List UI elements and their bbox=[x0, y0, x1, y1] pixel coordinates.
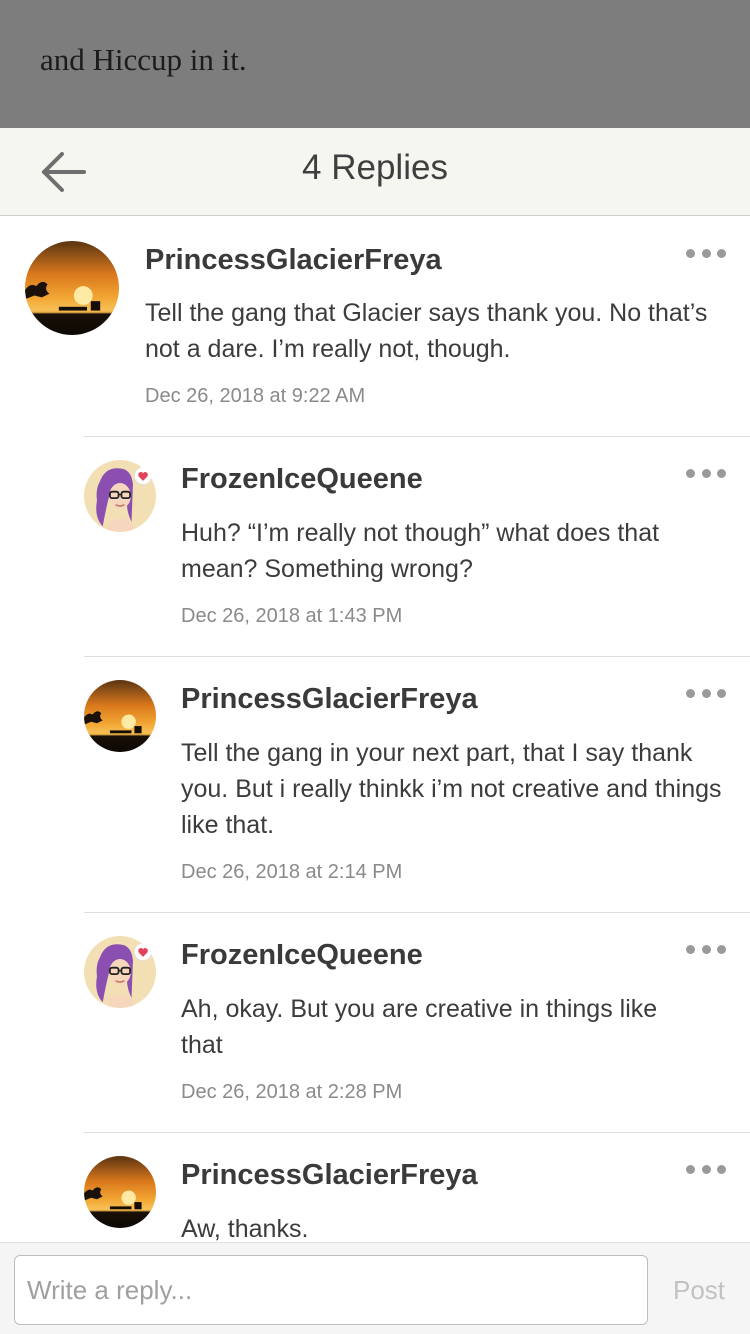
divider bbox=[84, 656, 750, 657]
sunset-avatar-icon bbox=[25, 241, 119, 335]
story-excerpt-overlay: and Hiccup in it. bbox=[0, 0, 750, 128]
story-excerpt-text: and Hiccup in it. bbox=[40, 42, 247, 77]
reply-input[interactable] bbox=[14, 1255, 648, 1325]
more-dot bbox=[701, 688, 711, 698]
sunset-avatar-icon bbox=[84, 680, 156, 752]
divider bbox=[84, 1132, 750, 1133]
more-options-button[interactable] bbox=[686, 1161, 726, 1177]
avatar[interactable] bbox=[84, 680, 156, 752]
reply-author[interactable]: FrozenIceQueene bbox=[181, 463, 423, 496]
more-dot bbox=[717, 944, 726, 954]
more-options-button[interactable] bbox=[686, 941, 726, 957]
more-dots-icon bbox=[686, 944, 695, 954]
avatar[interactable] bbox=[84, 1156, 156, 1228]
more-dot bbox=[717, 688, 726, 698]
more-dot bbox=[717, 1164, 726, 1174]
reply-author[interactable]: PrincessGlacierFreya bbox=[181, 1159, 478, 1192]
more-dots-icon bbox=[686, 248, 695, 258]
more-dots-icon bbox=[686, 1164, 695, 1174]
reply-text: Tell the gang in your next part, that I … bbox=[181, 739, 722, 839]
avatar[interactable] bbox=[84, 460, 156, 532]
reply-text: Huh? “I’m really not though” what does t… bbox=[181, 519, 660, 583]
more-dots-icon bbox=[686, 468, 695, 478]
post-button[interactable]: Post bbox=[648, 1255, 750, 1325]
more-options-button[interactable] bbox=[686, 245, 726, 261]
reply-timestamp: Dec 26, 2018 at 2:14 PM bbox=[181, 861, 403, 883]
more-dot bbox=[717, 468, 726, 478]
reply-text: Ah, okay. But you are creative in things… bbox=[181, 995, 658, 1059]
page-title: 4 Replies bbox=[302, 148, 448, 187]
more-options-button[interactable] bbox=[686, 685, 726, 701]
reply-timestamp: Dec 26, 2018 at 9:22 AM bbox=[145, 385, 366, 407]
reply-author[interactable]: PrincessGlacierFreya bbox=[145, 244, 442, 277]
reply-text: Aw, thanks. bbox=[181, 1215, 309, 1242]
more-options-button[interactable] bbox=[686, 465, 726, 481]
avatar[interactable] bbox=[84, 936, 156, 1008]
reply-author[interactable]: PrincessGlacierFreya bbox=[181, 683, 478, 716]
divider bbox=[84, 436, 750, 437]
more-dot bbox=[701, 468, 711, 478]
more-dot bbox=[701, 1164, 711, 1174]
purple-hair-girl-avatar-icon bbox=[84, 936, 156, 1008]
reply-author[interactable]: FrozenIceQueene bbox=[181, 939, 423, 972]
more-dots-icon bbox=[686, 688, 695, 698]
replies-header: 4 Replies bbox=[0, 128, 750, 216]
avatar[interactable] bbox=[25, 241, 119, 335]
reply-text: Tell the gang that Glacier says thank yo… bbox=[145, 299, 708, 363]
divider bbox=[84, 912, 750, 913]
reply-timestamp: Dec 26, 2018 at 2:28 PM bbox=[181, 1081, 403, 1103]
reply-composer: Post bbox=[0, 1242, 750, 1334]
reply-timestamp: Dec 26, 2018 at 1:43 PM bbox=[181, 605, 403, 627]
purple-hair-girl-avatar-icon bbox=[84, 460, 156, 532]
more-dot bbox=[701, 248, 711, 258]
replies-list: PrincessGlacierFreya Tell the gang that … bbox=[0, 217, 750, 1242]
more-dot bbox=[717, 248, 726, 258]
sunset-avatar-icon bbox=[84, 1156, 156, 1228]
more-dot bbox=[701, 944, 711, 954]
